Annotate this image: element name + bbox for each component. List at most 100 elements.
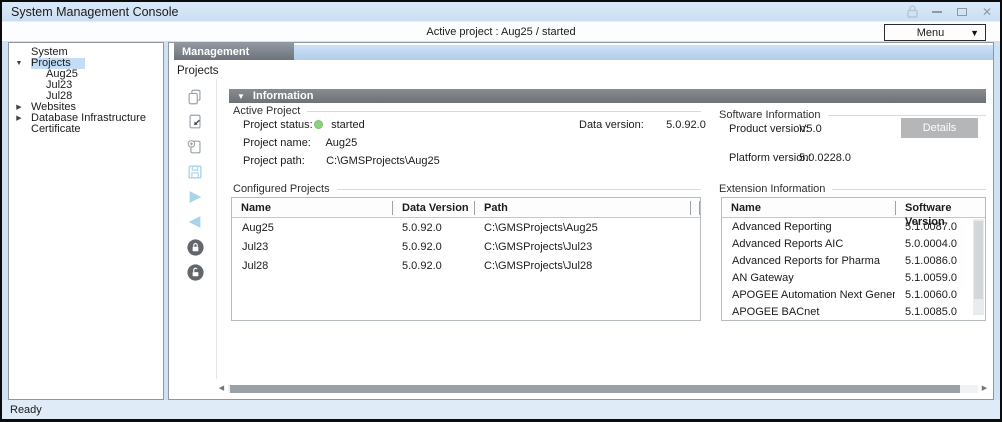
collapsed-arrow-icon[interactable]: ▶ <box>14 113 24 124</box>
close-button[interactable]: ✕ <box>980 4 994 20</box>
product-version-value: V5.0 <box>799 123 822 135</box>
toolbar <box>185 87 207 287</box>
project-name-row: Project name: Aug25 <box>243 136 357 150</box>
table-cell: Advanced Reports for Pharma <box>722 255 895 267</box>
expanded-arrow-icon[interactable]: ▼ <box>14 58 24 69</box>
configured-projects-group-title: Configured Projects <box>233 183 701 195</box>
project-path-value: C:\GMSProjects\Aug25 <box>326 155 440 167</box>
configured-projects-table: NameData VersionPath Aug255.0.92.0C:\GMS… <box>231 197 701 321</box>
table-cell: 5.0.92.0 <box>392 260 474 272</box>
stop-project-icon[interactable] <box>185 212 205 232</box>
horizontal-scrollbar-track[interactable] <box>228 385 978 393</box>
project-path-row: Project path: C:\GMSProjects\Aug25 <box>243 154 440 168</box>
table-cell: C:\GMSProjects\Jul23 <box>474 241 685 253</box>
lock-project-icon[interactable] <box>185 237 205 257</box>
table-cell: C:\GMSProjects\Aug25 <box>474 222 685 234</box>
table-cell: Jul23 <box>232 241 392 253</box>
extension-information-header: NameSoftware Version <box>722 198 985 218</box>
table-row[interactable]: APOGEE BACnet5.1.0085.0 <box>722 303 985 320</box>
project-path-label: Project path: <box>243 154 323 168</box>
table-cell: 5.0.0004.0 <box>895 238 974 250</box>
page-title: Projects <box>177 65 219 77</box>
active-project-bar: Active project : Aug25 / started Menu ▼ <box>2 21 1000 41</box>
table-row[interactable]: Advanced Reports AIC5.0.0004.0 <box>722 235 985 252</box>
active-project-group-title: Active Project <box>233 105 701 117</box>
data-version-value: 5.0.92.0 <box>666 119 706 131</box>
menu-button[interactable]: Menu ▼ <box>884 24 986 41</box>
copy-project-icon[interactable] <box>185 87 205 107</box>
platform-version-label: Platform version: <box>729 151 796 165</box>
column-header[interactable]: Path <box>474 201 685 215</box>
app-window: System Management Console ✕ Active proje… <box>0 0 1002 422</box>
project-name-label: Project name: <box>243 136 323 150</box>
title-bar[interactable]: System Management Console ✕ <box>2 2 1000 21</box>
column-header[interactable]: Software Version <box>895 201 974 215</box>
platform-version-row: Platform version: 5.0.0228.0 <box>729 151 851 165</box>
window-title: System Management Console <box>2 5 178 19</box>
table-cell: APOGEE BACnet <box>722 306 895 318</box>
unlock-project-icon[interactable] <box>185 262 205 282</box>
scroll-left-arrow-icon[interactable]: ◀ <box>217 384 226 393</box>
column-header[interactable]: Name <box>232 201 392 215</box>
table-cell: AN Gateway <box>722 272 895 284</box>
table-row[interactable]: Advanced Reports for Pharma5.1.0086.0 <box>722 252 985 269</box>
status-started-dot <box>314 120 323 129</box>
main-panel: Management Projects <box>168 42 994 400</box>
active-project-text: Active project : Aug25 / started <box>426 26 575 38</box>
scroll-right-arrow-icon[interactable]: ▶ <box>980 384 989 393</box>
tree-item-certificate[interactable]: Certificate <box>9 124 163 135</box>
data-version-row: Data version: 5.0.92.0 <box>579 118 706 132</box>
table-cell: 5.1.0085.0 <box>895 306 974 318</box>
table-cell: 5.1.0059.0 <box>895 272 974 284</box>
column-header[interactable]: Data Version <box>392 201 474 215</box>
new-project-icon[interactable] <box>185 137 205 157</box>
tree-item-aug25[interactable]: Aug25 <box>9 69 163 80</box>
data-version-label: Data version: <box>579 118 663 132</box>
minimize-button[interactable] <box>930 4 944 20</box>
details-button[interactable]: Details <box>901 118 978 138</box>
tree-item-jul23[interactable]: Jul23 <box>9 80 163 91</box>
table-cell: 5.1.0087.0 <box>895 221 974 233</box>
tab-row: Management <box>169 43 993 60</box>
horizontal-scrollbar-thumb[interactable] <box>230 385 960 393</box>
table-cell: C:\GMSProjects\Jul28 <box>474 260 685 272</box>
maximize-button[interactable] <box>955 4 969 20</box>
lock-icon <box>905 4 919 20</box>
information-expander[interactable]: ▼ Information <box>229 89 986 103</box>
table-cell: Advanced Reporting <box>722 221 895 233</box>
configured-projects-header: NameData VersionPath <box>232 198 700 218</box>
project-status-row: Project status: started <box>243 118 365 132</box>
table-cell: Advanced Reports AIC <box>722 238 895 250</box>
table-row[interactable]: Advanced Reporting5.1.0087.0 <box>722 218 985 235</box>
collapsed-arrow-icon[interactable]: ▶ <box>14 102 24 113</box>
project-name-value: Aug25 <box>325 137 357 149</box>
platform-version-value: 5.0.0228.0 <box>799 152 851 164</box>
restore-project-icon[interactable] <box>185 112 205 132</box>
table-cell: Jul28 <box>232 260 392 272</box>
project-tree: System▼ProjectsAug25Jul23Jul28▶Websites▶… <box>9 47 163 135</box>
extension-information-table: NameSoftware Version Advanced Reporting5… <box>721 197 986 321</box>
extension-information-body: Advanced Reporting5.1.0087.0Advanced Rep… <box>722 218 985 320</box>
table-cell: 5.0.92.0 <box>392 222 474 234</box>
expanded-arrow-icon: ▼ <box>237 92 245 101</box>
window-controls: ✕ <box>905 2 994 21</box>
tab-management[interactable]: Management <box>174 43 294 60</box>
save-project-icon[interactable] <box>185 162 205 182</box>
table-row[interactable]: Jul235.0.92.0C:\GMSProjects\Jul23 <box>232 237 700 256</box>
table-cell: Aug25 <box>232 222 392 234</box>
column-header[interactable]: Name <box>722 201 895 215</box>
start-project-icon[interactable] <box>185 187 205 207</box>
tree-item-projects[interactable]: ▼Projects <box>9 58 163 69</box>
tree-item-label: Certificate <box>31 124 81 135</box>
vertical-scrollbar[interactable] <box>973 219 984 315</box>
vertical-scrollbar-thumb[interactable] <box>974 221 983 299</box>
tab-strip <box>294 45 993 60</box>
horizontal-scrollbar: ◀ ▶ <box>217 384 989 393</box>
table-row[interactable]: Aug255.0.92.0C:\GMSProjects\Aug25 <box>232 218 700 237</box>
table-row[interactable]: APOGEE Automation Next Generation5.1.006… <box>722 286 985 303</box>
table-row[interactable]: AN Gateway5.1.0059.0 <box>722 269 985 286</box>
table-row[interactable]: Jul285.0.92.0C:\GMSProjects\Jul28 <box>232 256 700 275</box>
table-cell: APOGEE Automation Next Generation <box>722 289 895 301</box>
menu-button-label: Menu <box>891 27 970 39</box>
navigation-tree-panel: System▼ProjectsAug25Jul23Jul28▶Websites▶… <box>8 42 164 400</box>
